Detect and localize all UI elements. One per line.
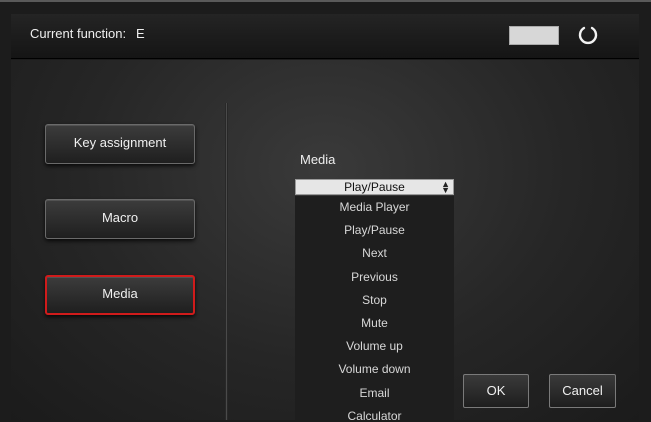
list-item[interactable]: Next	[295, 242, 454, 265]
media-section-label: Media	[300, 152, 336, 167]
list-item[interactable]: Play/Pause	[295, 219, 454, 242]
key-assignment-button[interactable]: Key assignment	[45, 124, 195, 164]
list-item[interactable]: Calculator	[295, 405, 454, 420]
media-options-list[interactable]: Media Player Play/Pause Next Previous St…	[295, 196, 454, 420]
list-item[interactable]: Volume up	[295, 335, 454, 358]
list-item[interactable]: Media Player	[295, 196, 454, 219]
ok-button[interactable]: OK	[463, 374, 529, 408]
list-item[interactable]: Previous	[295, 266, 454, 289]
current-function-label: Current function:	[30, 26, 127, 41]
media-select-value: Play/Pause	[344, 180, 405, 194]
list-item[interactable]: Mute	[295, 312, 454, 335]
media-button[interactable]: Media	[45, 275, 195, 315]
media-select[interactable]: Play/Pause ▲ ▼	[295, 179, 454, 195]
list-item[interactable]: Email	[295, 382, 454, 405]
header-bar: Current function: E	[11, 14, 639, 59]
color-swatch[interactable]	[509, 26, 559, 45]
select-arrows-icon: ▲ ▼	[441, 179, 450, 195]
vertical-divider	[225, 103, 228, 420]
macro-button[interactable]: Macro	[45, 199, 195, 239]
cancel-button[interactable]: Cancel	[549, 374, 616, 408]
list-item[interactable]: Stop	[295, 289, 454, 312]
reset-icon[interactable]	[577, 23, 599, 45]
current-function-value: E	[136, 26, 145, 41]
list-item[interactable]: Volume down	[295, 358, 454, 381]
